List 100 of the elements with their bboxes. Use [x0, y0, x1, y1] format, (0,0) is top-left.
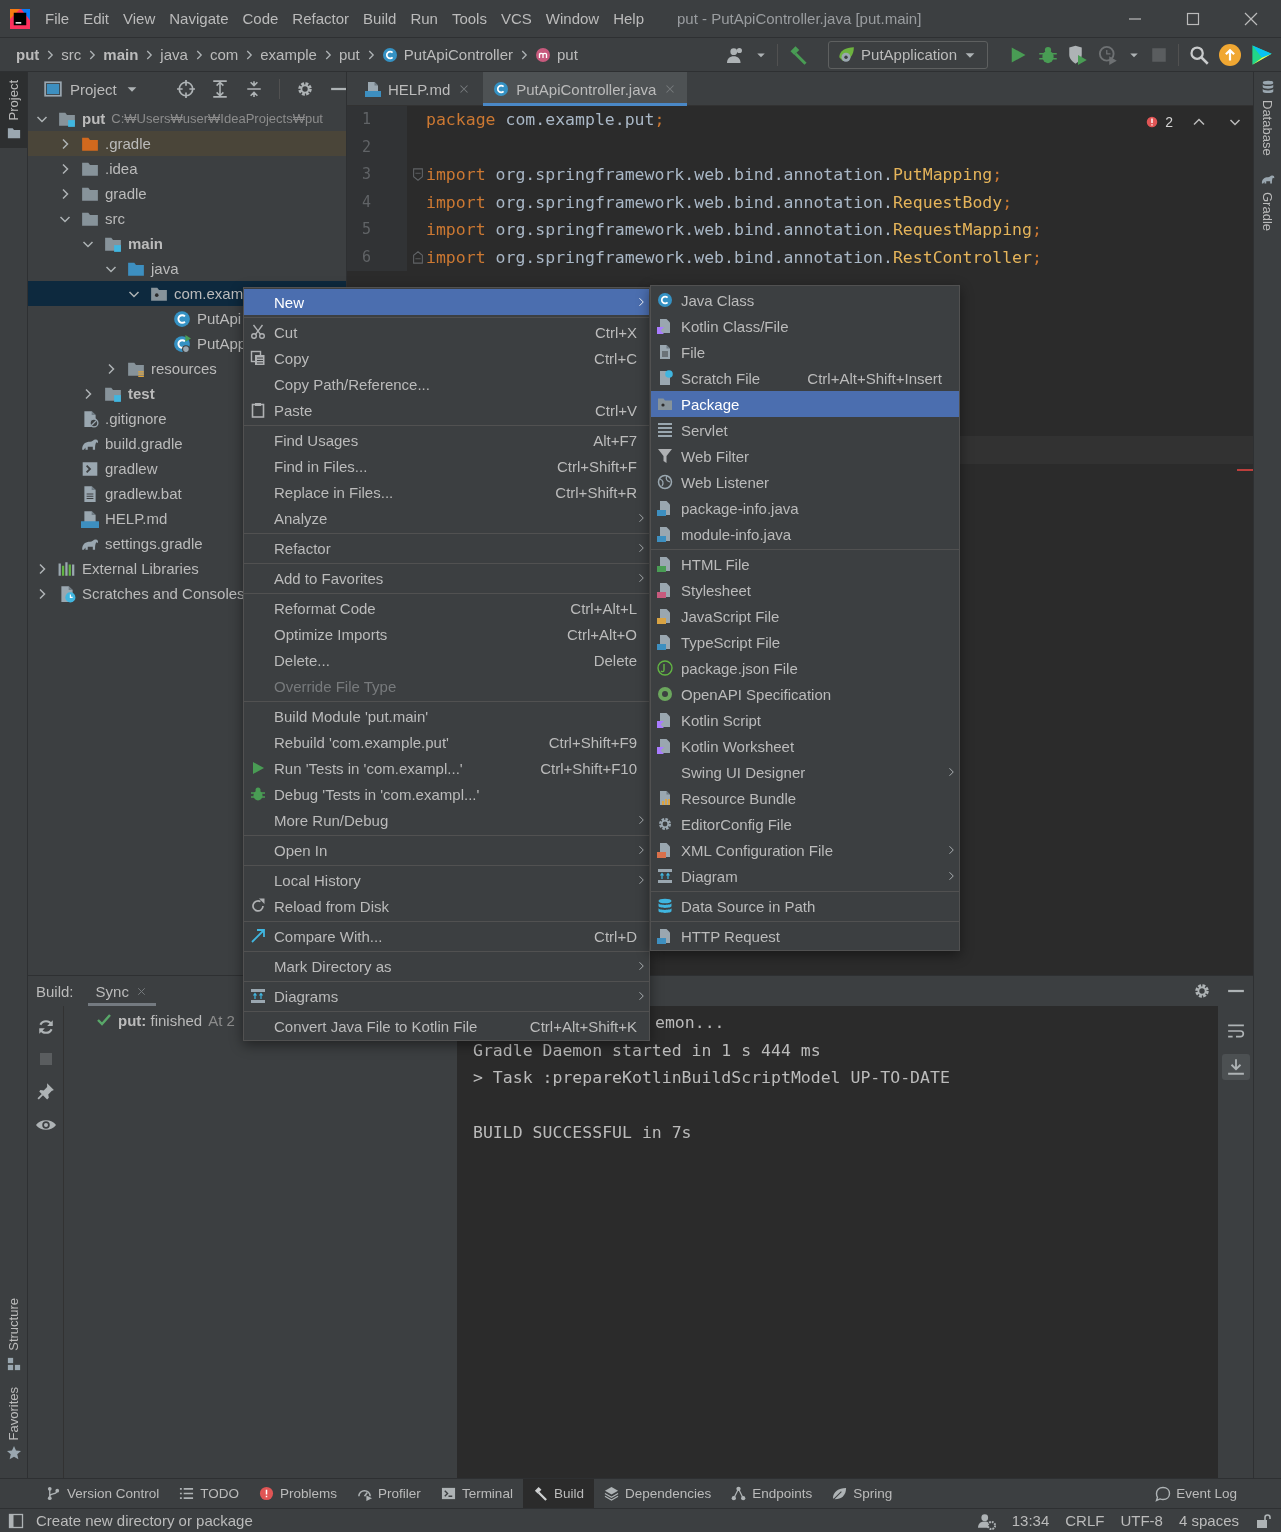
menu-item[interactable]: Swing UI Designer: [651, 759, 959, 785]
tool-window-button[interactable]: Build: [522, 1479, 594, 1508]
tree-item[interactable]: main: [28, 231, 346, 256]
breadcrumb[interactable]: main: [103, 46, 139, 63]
menu-item[interactable]: Servlet: [651, 417, 959, 443]
status-item[interactable]: UTF-8: [1120, 1512, 1163, 1529]
menu-item[interactable]: Web Listener: [651, 469, 959, 495]
menu-bar-item[interactable]: Window: [538, 4, 607, 33]
menu-item[interactable]: Stylesheet: [651, 577, 959, 603]
shield-run-icon[interactable]: [1068, 44, 1088, 65]
run-configuration-dropdown[interactable]: PutApplication: [828, 40, 988, 69]
tool-window-button[interactable]: Version Control: [36, 1479, 170, 1508]
menu-bar-item[interactable]: Tools: [444, 4, 494, 33]
menu-item[interactable]: Scratch File Ctrl+Alt+Shift+Insert: [651, 365, 959, 391]
menu-item[interactable]: Kotlin Class/File: [651, 313, 959, 339]
view-dropdown[interactable]: Project: [44, 80, 139, 98]
menu-item[interactable]: Build Module 'put.main': [244, 703, 649, 729]
bug-icon[interactable]: [1038, 44, 1058, 65]
status-item[interactable]: CRLF: [1065, 1512, 1105, 1529]
menu-item[interactable]: Copy Path/Reference...: [244, 371, 649, 397]
menu-item[interactable]: OpenAPI Specification: [651, 681, 959, 707]
maximize-icon[interactable]: [1185, 10, 1201, 27]
tree-item[interactable]: src: [28, 206, 346, 231]
hammer-icon[interactable]: [788, 44, 809, 65]
menu-bar-item[interactable]: Navigate: [162, 4, 236, 33]
expand-all-icon[interactable]: [210, 80, 229, 98]
tool-window-button[interactable]: Dependencies: [593, 1479, 722, 1508]
tool-window-button[interactable]: Terminal: [430, 1479, 523, 1508]
menu-item[interactable]: Find in Files... Ctrl+Shift+F: [244, 453, 649, 479]
menu-item[interactable]: Resource Bundle: [651, 785, 959, 811]
logo-icon[interactable]: [1251, 43, 1273, 66]
menu-item[interactable]: Copy Ctrl+C: [244, 345, 649, 371]
breadcrumb[interactable]: put: [557, 46, 578, 63]
fold-marker-icon[interactable]: [411, 167, 425, 182]
tool-window-tab[interactable]: Project: [0, 72, 27, 149]
close-icon[interactable]: [1243, 10, 1259, 27]
breadcrumb[interactable]: src: [61, 46, 82, 63]
breadcrumb[interactable]: com: [209, 46, 239, 63]
menu-item[interactable]: Kotlin Worksheet: [651, 733, 959, 759]
menu-bar-item[interactable]: Refactor: [285, 4, 357, 33]
menu-item[interactable]: package.json File: [651, 655, 959, 681]
menu-item[interactable]: Data Source in Path: [651, 893, 959, 919]
menu-item[interactable]: HTML File: [651, 551, 959, 577]
menu-bar-item[interactable]: Edit: [76, 4, 117, 33]
tree-item[interactable]: java: [28, 256, 346, 281]
settings-icon[interactable]: [295, 80, 314, 98]
menu-item[interactable]: Paste Ctrl+V: [244, 397, 649, 423]
menu-item[interactable]: Web Filter: [651, 443, 959, 469]
menu-item[interactable]: Refactor: [244, 535, 649, 561]
menu-item[interactable]: TypeScript File: [651, 629, 959, 655]
menu-item[interactable]: Reload from Disk: [244, 893, 649, 919]
menu-bar-item[interactable]: Build: [356, 4, 404, 33]
tool-window-button[interactable]: Endpoints: [721, 1479, 823, 1508]
tool-window-tab[interactable]: Database: [1254, 72, 1281, 164]
menu-item[interactable]: Optimize Imports Ctrl+Alt+O: [244, 621, 649, 647]
fold-marker-icon[interactable]: [411, 250, 425, 265]
menu-bar-item[interactable]: File: [38, 4, 77, 33]
menu-item[interactable]: Java Class: [651, 287, 959, 313]
status-item[interactable]: 4 spaces: [1178, 1512, 1239, 1529]
tree-item[interactable]: put C:₩Users₩user₩IdeaProjects₩put: [28, 106, 346, 131]
menu-item[interactable]: File: [651, 339, 959, 365]
search-icon[interactable]: [1189, 44, 1209, 65]
tree-item[interactable]: .gradle: [28, 131, 346, 156]
menu-item[interactable]: Replace in Files... Ctrl+Shift+R: [244, 479, 649, 505]
menu-bar-item[interactable]: Run: [403, 4, 445, 33]
tool-window-tab[interactable]: Favorites: [0, 1378, 27, 1468]
collapse-all-icon[interactable]: [244, 80, 263, 98]
menu-item[interactable]: Delete... Delete: [244, 647, 649, 673]
menu-bar-item[interactable]: VCS: [493, 4, 539, 33]
lock-icon[interactable]: [1255, 1512, 1271, 1529]
settings-icon[interactable]: [1193, 982, 1211, 1000]
menu-bar-item[interactable]: Code: [235, 4, 286, 33]
menu-item[interactable]: JavaScript File: [651, 603, 959, 629]
menu-item[interactable]: Diagrams: [244, 983, 649, 1009]
menu-item[interactable]: Reformat Code Ctrl+Alt+L: [244, 595, 649, 621]
menu-item[interactable]: Local History: [244, 867, 649, 893]
tool-window-button[interactable]: Problems: [249, 1479, 348, 1508]
menu-item[interactable]: Add to Favorites: [244, 565, 649, 591]
menu-item[interactable]: New: [244, 289, 649, 315]
menu-item[interactable]: EditorConfig File: [651, 811, 959, 837]
menu-item[interactable]: Convert Java File to Kotlin File Ctrl+Alt+Shift+K: [244, 1013, 649, 1039]
menu-item[interactable]: Cut Ctrl+X: [244, 319, 649, 345]
tree-item[interactable]: gradle: [28, 181, 346, 206]
crosshair-icon[interactable]: [176, 80, 195, 98]
event-log-button[interactable]: Event Log: [1145, 1479, 1247, 1508]
menu-item[interactable]: Open In: [244, 837, 649, 863]
breadcrumb[interactable]: put: [16, 46, 40, 63]
menu-item[interactable]: HTTP Request: [651, 923, 959, 949]
breadcrumb[interactable]: example: [260, 46, 317, 63]
tool-window-button[interactable]: Spring: [822, 1479, 903, 1508]
panel-tab[interactable]: Sync: [87, 976, 156, 1006]
menu-item[interactable]: package-info.java: [651, 495, 959, 521]
tool-window-tab[interactable]: Gradle: [1254, 163, 1281, 239]
menu-bar-item[interactable]: Help: [606, 4, 652, 33]
menu-bar-item[interactable]: View: [116, 4, 163, 33]
tool-window-button[interactable]: TODO: [169, 1479, 250, 1508]
pin-icon[interactable]: [36, 1082, 55, 1100]
menu-item[interactable]: Mark Directory as: [244, 953, 649, 979]
panel-toggle-icon[interactable]: [8, 1512, 24, 1529]
console-toggle[interactable]: [1221, 1054, 1250, 1080]
